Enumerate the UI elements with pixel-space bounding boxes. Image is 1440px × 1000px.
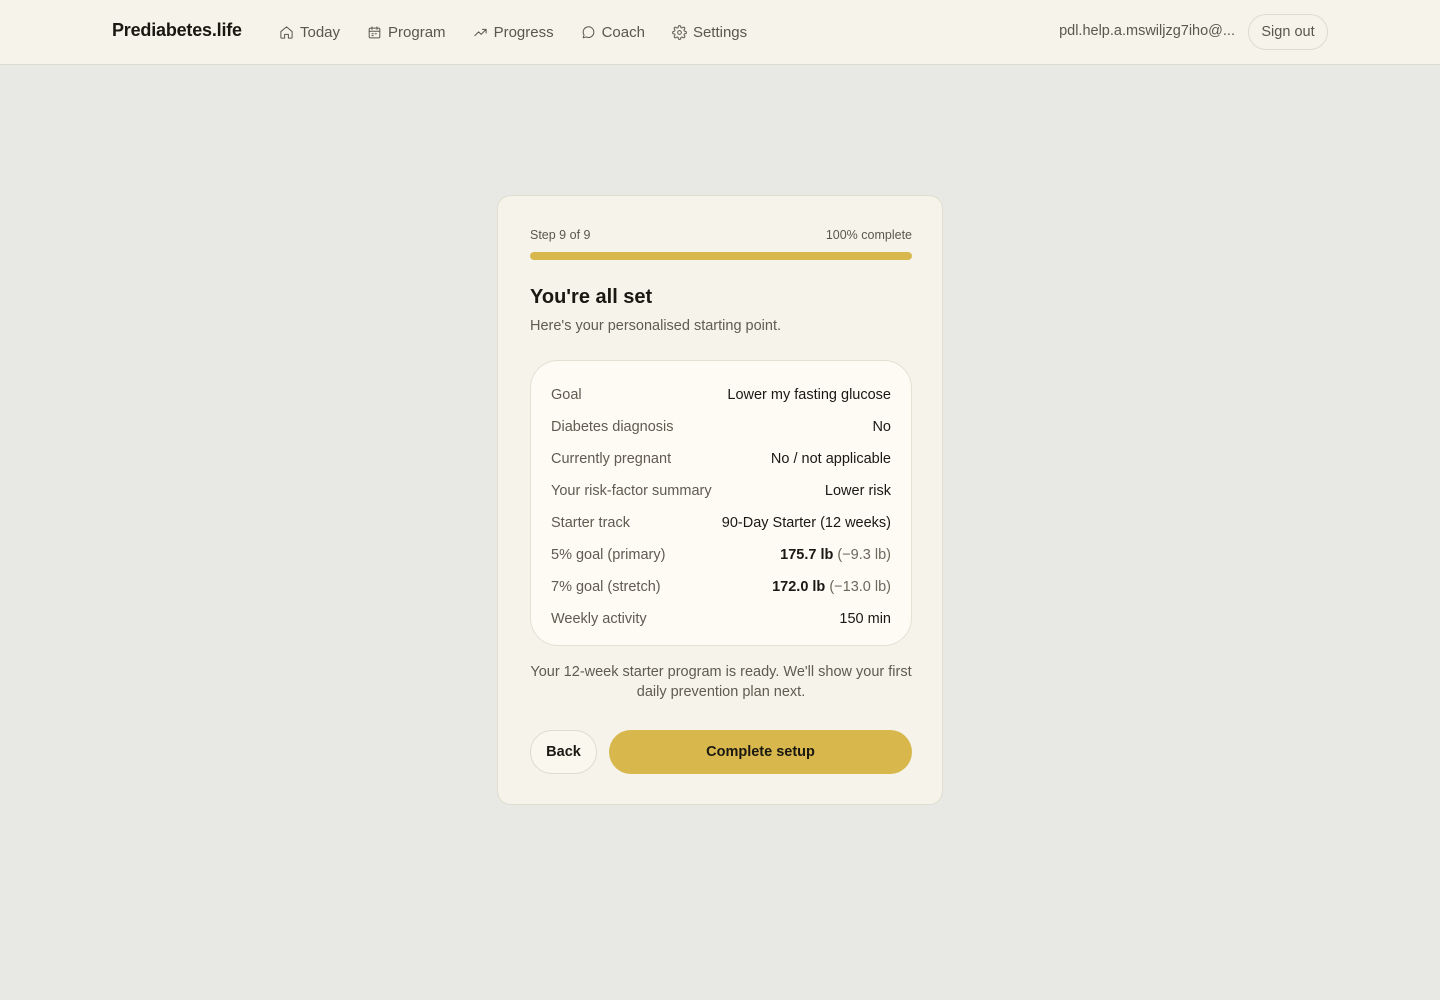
complete-setup-button[interactable]: Complete setup: [609, 730, 912, 774]
nav-item-coach[interactable]: Coach: [581, 22, 645, 42]
summary-row: 7% goal (stretch) 172.0 lb (−13.0 lb): [551, 571, 891, 603]
ready-note: Your 12-week starter program is ready. W…: [530, 664, 912, 700]
goal-weight-delta: (−13.0 lb): [829, 579, 891, 595]
summary-row-value: 172.0 lb (−13.0 lb): [772, 579, 891, 595]
step-indicator: Step 9 of 9 100% complete: [530, 228, 912, 242]
summary-row-value: Lower my fasting glucose: [727, 387, 891, 403]
gear-icon: [672, 24, 687, 40]
calendar-icon: [368, 25, 381, 38]
summary-row-key: 7% goal (stretch): [551, 579, 661, 595]
summary-row-value: 150 min: [839, 611, 891, 627]
trending-up-icon: [473, 28, 487, 36]
summary-row: Goal Lower my fasting glucose: [551, 379, 891, 411]
goal-weight-value: 172.0 lb: [772, 579, 826, 595]
summary-panel: Goal Lower my fasting glucose Diabetes dia…: [530, 360, 912, 646]
page-title: You're all set: [530, 286, 653, 308]
summary-row: Diabetes diagnosis No: [551, 411, 891, 443]
summary-row-value: 175.7 lb (−9.3 lb): [780, 547, 891, 563]
progress-bar: [530, 252, 912, 260]
percent-complete-label: 100% complete: [825, 228, 912, 242]
nav-item-progress[interactable]: Progress: [473, 22, 554, 42]
page-subtitle: Here's your personalised starting point.: [530, 318, 782, 334]
nav-label-today: Today: [300, 23, 341, 41]
sign-out-button[interactable]: Sign out: [1248, 14, 1328, 50]
main-nav: Today Program Progress Coach Settings: [279, 22, 774, 42]
step-label: Step 9 of 9: [530, 228, 591, 242]
summary-row: Starter track 90-Day Starter (12 weeks): [551, 507, 891, 539]
summary-row: Weekly activity 150 min: [551, 603, 891, 635]
summary-row-key: 5% goal (primary): [551, 547, 666, 563]
top-navigation-bar: Prediabetes.life Today Program Progress …: [0, 0, 1440, 65]
home-icon: [280, 25, 293, 39]
user-email: pdl.help.a.mswiljzg7iho@...: [1059, 23, 1235, 39]
summary-row-value: Lower risk: [824, 483, 891, 499]
back-button[interactable]: Back: [530, 730, 597, 774]
nav-label-coach: Coach: [601, 23, 645, 41]
brand-logo[interactable]: Prediabetes.life: [112, 20, 242, 41]
summary-row-key: Currently pregnant: [551, 451, 672, 467]
goal-weight-value: 175.7 lb: [780, 547, 834, 563]
nav-item-settings[interactable]: Settings: [672, 22, 747, 42]
summary-row-key: Starter track: [551, 515, 630, 531]
nav-label-program: Program: [388, 23, 446, 41]
summary-row-key: Goal: [551, 387, 582, 403]
chat-bubble-icon: [582, 25, 594, 38]
summary-row: 5% goal (primary) 175.7 lb (−9.3 lb): [551, 539, 891, 571]
nav-item-program[interactable]: Program: [367, 22, 446, 42]
summary-row-key: Your risk-factor summary: [551, 483, 712, 499]
nav-label-progress: Progress: [493, 23, 554, 41]
summary-row-value: No: [872, 419, 891, 435]
progress-bar-fill: [530, 252, 912, 260]
summary-row: Currently pregnant No / not applicable: [551, 443, 891, 475]
nav-item-today[interactable]: Today: [279, 22, 340, 42]
onboarding-card: Step 9 of 9 100% complete You're all set…: [497, 195, 943, 805]
nav-label-settings: Settings: [692, 23, 748, 41]
summary-row: Your risk-factor summary Lower risk: [551, 475, 891, 507]
summary-row-value: No / not applicable: [770, 451, 891, 467]
summary-row-key: Weekly activity: [551, 611, 647, 627]
summary-row-key: Diabetes diagnosis: [551, 419, 674, 435]
summary-row-value: 90-Day Starter (12 weeks): [721, 515, 891, 531]
goal-weight-delta: (−9.3 lb): [837, 547, 891, 563]
